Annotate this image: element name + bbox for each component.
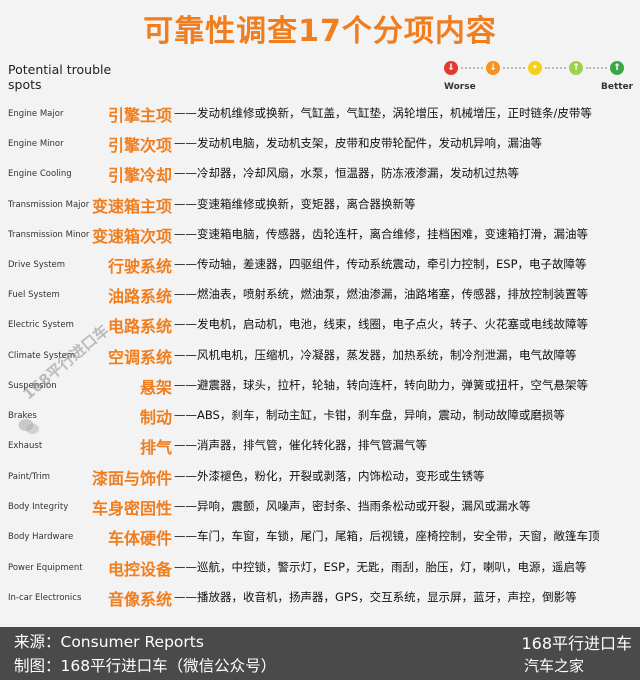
row-description: ——车门，车窗，车锁，尾门，尾箱，后视镜，座椅控制，安全带，天窗，敞篷车顶 [174,529,600,543]
row-english-label: Engine Major [8,109,64,119]
row-chinese-label: 音像系统 [107,590,172,609]
row-chinese-label: 变速箱次项 [91,227,172,246]
row-description: ——ABS，刹车，制动主缸，卡钳，刹车盘，异响，震动，制动故障或磨损等 [174,408,565,422]
page-title: 可靠性调查17个分项内容 [143,14,497,49]
much-worse-icon: ⇓ [444,61,458,75]
better-icon: ↑ [569,61,583,75]
wechat-logo-icon [18,419,39,435]
row-english-label: Body Hardware [8,532,74,542]
rating-legend: ⇓ ↓ • ↑ ⇑ Worse Better [438,58,634,94]
header-label-line2: spots [8,77,42,92]
row-chinese-label: 漆面与饰件 [91,469,172,488]
legend-divider [503,67,525,69]
row-chinese-label: 车体硬件 [107,529,172,548]
row-chinese-label: 引擎冷却 [107,166,172,185]
row-description: ——燃油表，喷射系统，燃油泵，燃油渗漏，油路堵塞，传感器，排放控制装置等 [174,287,588,301]
list-item: In-car Electronics 音像系统 ——播放器，收音机，扬声器，GP… [0,584,640,614]
list-item: Transmission Major 变速箱主项 ——变速箱维修或换新，变矩器，… [0,191,640,221]
row-chinese-label: 油路系统 [107,287,172,306]
header-label-line1: Potential trouble [8,62,112,77]
footer-site: 汽车之家 [523,657,584,675]
row-description: ——冷却器，冷却风扇，水泵，恒温器，防冻液渗漏，发动机过热等 [174,166,519,180]
much-better-icon: ⇑ [610,61,624,75]
list-item: Power Equipment 电控设备 ——巡航，中控锁，警示灯，ESP，无匙… [0,554,640,584]
legend-better-label: Better [601,82,634,92]
list-item: Body Integrity 车身密固性 ——异响，震颤，风噪声，密封条、挡雨条… [0,493,640,523]
row-description: ——播放器，收音机，扬声器，GPS，交互系统，显示屏，蓝牙，声控，倒影等 [174,590,577,604]
row-chinese-label: 排气 [139,438,172,457]
row-description: ——异响，震颤，风噪声，密封条、挡雨条松动或开裂，漏风或漏水等 [174,499,531,513]
row-chinese-label: 车身密固性 [91,499,172,518]
average-icon: • [528,61,542,75]
list-item: Transmission Minor 变速箱次项 ——变速箱电脑，传感器，齿轮连… [0,221,640,251]
row-description: ——变速箱维修或换新，变矩器，离合器换新等 [174,197,416,211]
row-chinese-label: 电控设备 [107,560,172,579]
row-english-label: Fuel System [8,290,60,300]
row-description: ——传动轴，差速器，四驱组件，传动系统震动，牵引力控制，ESP，电子故障等 [174,257,587,271]
row-description: ——变速箱电脑，传感器，齿轮连杆，离合维修，挂档困难，变速箱打滑，漏油等 [174,227,588,241]
legend-divider [586,67,607,69]
row-english-label: Electric System [8,320,74,330]
list-item: Drive System 行驶系统 ——传动轴，差速器，四驱组件，传动系统震动，… [0,251,640,281]
row-description: ——风机电机，压缩机，冷凝器，蒸发器，加热系统，制冷剂泄漏，电气故障等 [174,348,577,362]
row-description: ——外漆褪色，粉化，开裂或剥落，内饰松动，变形或生锈等 [174,469,485,483]
list-item: Engine Cooling 引擎冷却 ——冷却器，冷却风扇，水泵，恒温器，防冻… [0,160,640,190]
row-description: ——发动机电脑，发动机支架，皮带和皮带轮配件，发动机异响，漏油等 [174,136,542,150]
row-chinese-label: 引擎主项 [107,106,172,125]
row-description: ——发电机，启动机，电池，线束，线圈，电子点火，转子、火花塞或电线故障等 [174,317,588,331]
row-chinese-label: 引擎次项 [107,136,172,155]
trouble-spots-header: Potential trouble spots [8,62,111,92]
row-description: ——巡航，中控锁，警示灯，ESP，无匙，雨刮，胎压，灯，喇叭，电源，遥启等 [174,560,587,574]
list-item: Engine Major 引擎主项 ——发动机维修或换新，气缸盖，气缸垫，涡轮增… [0,100,640,130]
list-item: Engine Minor 引擎次项 ——发动机电脑，发动机支架，皮带和皮带轮配件… [0,130,640,160]
row-chinese-label: 空调系统 [107,348,172,367]
list-item: Body Hardware 车体硬件 ——车门，车窗，车锁，尾门，尾箱，后视镜，… [0,523,640,553]
row-english-label: Power Equipment [8,563,83,573]
row-english-label: Transmission Major [8,200,90,210]
row-english-label: Paint/Trim [8,472,50,482]
row-english-label: Exhaust [8,441,43,451]
legend-worse-label: Worse [444,82,476,92]
row-english-label: Engine Cooling [8,169,72,179]
footer-brand: 168平行进口车 [521,634,632,653]
row-description: ——避震器，球头，拉杆，轮轴，转向连杆，转向助力，弹簧或扭杆，空气悬架等 [174,378,588,392]
list-item: Exhaust 排气 ——消声器，排气管，催化转化器，排气管漏气等 [0,432,640,462]
row-chinese-label: 悬架 [139,378,172,397]
row-chinese-label: 变速箱主项 [91,197,172,216]
row-description: ——发动机维修或换新，气缸盖，气缸垫，涡轮增压，机械增压，正时链条/皮带等 [174,106,592,120]
worse-icon: ↓ [486,61,500,75]
legend-divider [545,67,566,69]
row-chinese-label: 行驶系统 [107,257,172,276]
list-item: Brakes 制动 ——ABS，刹车，制动主缸，卡钳，刹车盘，异响，震动，制动故… [0,402,640,432]
row-english-label: Engine Minor [8,139,64,149]
footer-source: 来源：Consumer Reports [14,633,204,651]
row-chinese-label: 电路系统 [107,317,172,336]
row-english-label: Body Integrity [8,502,69,512]
legend-divider [461,67,483,69]
row-chinese-label: 制动 [139,408,172,427]
row-english-label: Transmission Minor [8,230,90,240]
footer-bar: 来源：Consumer Reports 制图：168平行进口车（微信公众号） 1… [0,627,640,680]
list-item: Fuel System 油路系统 ——燃油表，喷射系统，燃油泵，燃油渗漏，油路堵… [0,281,640,311]
footer-credit: 制图：168平行进口车（微信公众号） [14,657,277,675]
list-item: Paint/Trim 漆面与饰件 ——外漆褪色，粉化，开裂或剥落，内饰松动，变形… [0,463,640,493]
row-english-label: In-car Electronics [8,593,82,603]
row-description: ——消声器，排气管，催化转化器，排气管漏气等 [174,438,427,452]
list-item: Suspension 悬架 ——避震器，球头，拉杆，轮轴，转向连杆，转向助力，弹… [0,372,640,402]
row-english-label: Drive System [8,260,66,270]
